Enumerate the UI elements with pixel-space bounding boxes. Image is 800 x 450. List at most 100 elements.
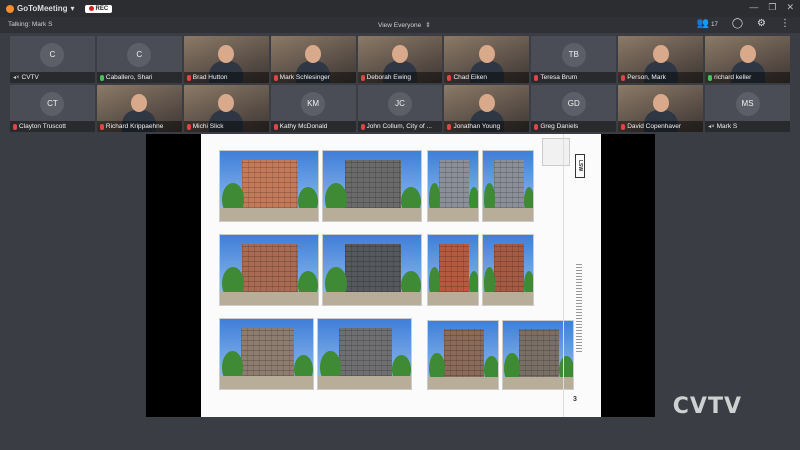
participant-tile[interactable]: C ◂× CVTV bbox=[10, 36, 95, 83]
participant-tile[interactable]: C Caballero, Shari bbox=[96, 36, 182, 83]
title-block-text bbox=[576, 264, 582, 354]
view-selector[interactable]: View Everyone ⇕ bbox=[378, 21, 431, 30]
participant-tile[interactable]: TB Teresa Brum bbox=[531, 36, 617, 83]
microphone-muted-icon bbox=[273, 74, 278, 81]
participant-name: Greg Daniels bbox=[540, 123, 579, 130]
participant-label: richard keller bbox=[705, 72, 790, 83]
participant-label: Caballero, Shari bbox=[96, 72, 182, 83]
microphone-muted-icon bbox=[186, 74, 191, 81]
participant-tile[interactable]: Person, Mark bbox=[618, 36, 704, 83]
participant-tile[interactable]: Michi Slick bbox=[183, 85, 269, 132]
shared-screen: LSW 3 bbox=[146, 134, 655, 417]
building-photo bbox=[317, 318, 412, 390]
firm-logo: LSW bbox=[575, 154, 585, 178]
participant-tile[interactable]: Deborah Ewing bbox=[357, 36, 443, 83]
close-button[interactable]: ✕ bbox=[786, 2, 794, 13]
sheet-number: 3 bbox=[573, 396, 577, 403]
people-icon: 👥 bbox=[696, 18, 710, 29]
participant-name: Mark Schlesinger bbox=[279, 74, 330, 81]
presentation-sheet: LSW 3 bbox=[201, 134, 601, 417]
participant-name: Chad Eiken bbox=[453, 74, 488, 81]
chevron-down-icon: ▾ bbox=[70, 4, 75, 13]
cvtv-watermark: CVTV bbox=[672, 394, 742, 419]
participant-name: John Collum, City of ... bbox=[366, 123, 432, 130]
participant-tile[interactable]: Jonathan Young bbox=[444, 85, 530, 132]
participant-label: David Copenhaver bbox=[618, 121, 704, 132]
avatar: C bbox=[40, 42, 65, 67]
app-menu[interactable]: GoToMeeting ▾ bbox=[6, 4, 75, 13]
microphone-muted-icon bbox=[621, 74, 626, 81]
participant-tile[interactable]: CT Clayton Truscott bbox=[10, 85, 95, 132]
participant-label: Greg Daniels bbox=[531, 121, 617, 132]
participant-label: Jonathan Young bbox=[444, 121, 530, 132]
microphone-muted-icon bbox=[534, 74, 539, 81]
participant-tile[interactable]: MS ◂× Mark S bbox=[705, 85, 790, 132]
avatar: TB bbox=[561, 42, 586, 67]
chat-icon[interactable]: ◯ bbox=[732, 18, 743, 29]
participant-name: Richard Krippaehne bbox=[105, 123, 164, 130]
gear-icon[interactable]: ⚙ bbox=[757, 18, 766, 29]
participant-tile[interactable]: GD Greg Daniels bbox=[531, 85, 617, 132]
participant-tile[interactable]: David Copenhaver bbox=[618, 85, 704, 132]
participant-name: Jonathan Young bbox=[453, 123, 501, 130]
participant-tile[interactable]: Richard Krippaehne bbox=[96, 85, 182, 132]
microphone-muted-icon bbox=[447, 123, 452, 130]
building-photo bbox=[322, 150, 422, 222]
participant-tile[interactable]: Brad Hutton bbox=[183, 36, 269, 83]
speaker-icon: ◂× bbox=[708, 124, 715, 130]
minimize-button[interactable]: — bbox=[749, 2, 758, 13]
participant-name: richard keller bbox=[714, 74, 752, 81]
participant-name: CVTV bbox=[21, 74, 39, 81]
toolbar-icons: 👥 17 ◯ ⚙ ⋮ bbox=[697, 18, 790, 29]
building-photo bbox=[219, 234, 319, 306]
avatar: KM bbox=[301, 91, 326, 116]
avatar: C bbox=[127, 42, 152, 67]
participant-name: Michi Slick bbox=[192, 123, 224, 130]
more-menu-icon[interactable]: ⋮ bbox=[780, 18, 790, 29]
recording-badge: REC bbox=[84, 4, 113, 13]
participant-name: Kathy McDonald bbox=[279, 123, 328, 130]
participant-label: ◂× CVTV bbox=[10, 72, 95, 83]
rec-label: REC bbox=[95, 5, 109, 12]
restore-button[interactable]: ❐ bbox=[768, 2, 776, 13]
participant-tile[interactable]: Mark Schlesinger bbox=[270, 36, 356, 83]
participant-label: Chad Eiken bbox=[444, 72, 530, 83]
talking-indicator: Talking: Mark S bbox=[8, 21, 53, 28]
participant-label: ◂× Mark S bbox=[705, 121, 790, 132]
building-photo bbox=[219, 150, 319, 222]
microphone-muted-icon bbox=[360, 123, 365, 130]
microphone-muted-icon bbox=[273, 123, 278, 130]
participant-tile[interactable]: KM Kathy McDonald bbox=[270, 85, 356, 132]
title-bar: GoToMeeting ▾ REC — ❐ ✕ bbox=[0, 0, 800, 17]
participant-label: Kathy McDonald bbox=[270, 121, 356, 132]
avatar: MS bbox=[735, 91, 760, 116]
microphone-muted-icon bbox=[621, 123, 626, 130]
meeting-toolbar: Talking: Mark S View Everyone ⇕ 👥 17 ◯ ⚙ … bbox=[0, 17, 800, 33]
attendee-count: 17 bbox=[711, 22, 718, 28]
participant-label: Deborah Ewing bbox=[357, 72, 443, 83]
participant-grid: C ◂× CVTV C Caballero, Shari Brad Hutton Mark … bbox=[10, 36, 790, 132]
participant-name: Deborah Ewing bbox=[366, 74, 411, 81]
gotomeeting-logo-icon bbox=[6, 4, 14, 13]
participant-label: Mark Schlesinger bbox=[270, 72, 356, 83]
participant-label: Person, Mark bbox=[618, 72, 704, 83]
window-controls: — ❐ ✕ bbox=[749, 2, 794, 13]
participant-tile[interactable]: JC John Collum, City of ... bbox=[357, 85, 443, 132]
microphone-on-icon bbox=[708, 74, 713, 81]
building-photo bbox=[322, 234, 422, 306]
microphone-muted-icon bbox=[13, 123, 17, 130]
participant-tile[interactable]: Chad Eiken bbox=[444, 36, 530, 83]
building-photo bbox=[427, 150, 479, 222]
attendees-button[interactable]: 👥 17 bbox=[697, 18, 718, 29]
avatar: GD bbox=[561, 91, 586, 116]
record-dot-icon bbox=[88, 6, 94, 11]
microphone-muted-icon bbox=[186, 123, 191, 130]
building-photo bbox=[482, 150, 534, 222]
participant-tile[interactable]: richard keller bbox=[705, 36, 790, 83]
participant-name: Mark S bbox=[716, 123, 738, 130]
participant-label: Richard Krippaehne bbox=[96, 121, 182, 132]
participant-label: John Collum, City of ... bbox=[357, 121, 443, 132]
participant-label: Clayton Truscott bbox=[10, 121, 95, 132]
building-photo bbox=[427, 234, 479, 306]
participant-label: Teresa Brum bbox=[531, 72, 617, 83]
